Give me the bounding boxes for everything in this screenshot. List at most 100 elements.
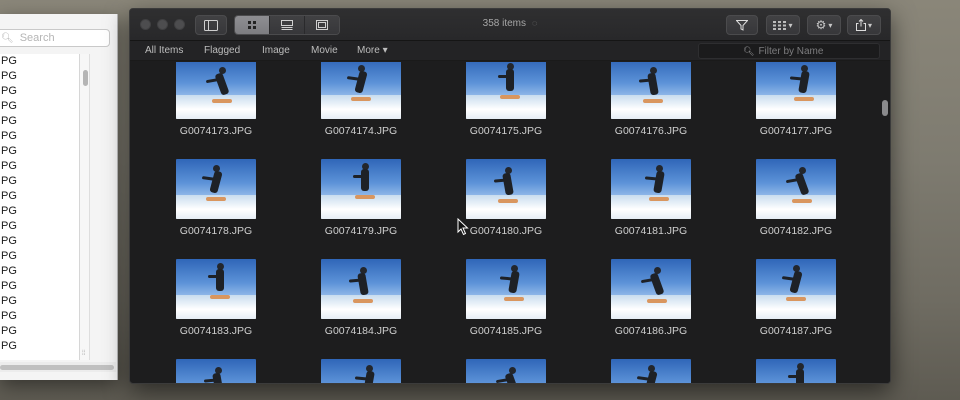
horizontal-scrollbar[interactable] — [0, 362, 116, 372]
file-list-item[interactable]: PG — [0, 99, 79, 114]
chevron-down-icon: ▾ — [788, 20, 793, 30]
photo-thumbnail[interactable] — [176, 159, 256, 219]
file-list-item[interactable]: PG — [0, 159, 79, 174]
surfer-body — [361, 169, 369, 191]
file-list-item[interactable]: PG — [0, 129, 79, 144]
file-list-item[interactable]: PG — [0, 189, 79, 204]
file-list-item[interactable]: PG — [0, 114, 79, 129]
share-button[interactable]: ▾ — [847, 15, 881, 35]
vertical-scrollbar[interactable] — [80, 54, 90, 360]
photo-thumbnail[interactable] — [466, 159, 546, 219]
file-list-item[interactable]: PG — [0, 219, 79, 234]
photo-thumbnail[interactable] — [756, 62, 836, 119]
photo-thumbnail[interactable] — [466, 259, 546, 319]
file-list-item[interactable]: PG — [0, 339, 79, 354]
surfboard — [500, 95, 520, 99]
photo-thumbnail[interactable] — [611, 159, 691, 219]
gear-icon: ⚙ — [815, 18, 827, 32]
photo-thumbnail[interactable] — [321, 62, 401, 119]
scroll-thumb[interactable] — [882, 100, 888, 116]
surfboard — [786, 297, 806, 301]
surfboard — [498, 199, 518, 203]
photo-filename: G0074178.JPG — [179, 225, 253, 237]
tab-more-label: More — [357, 45, 380, 56]
photo-filename: G0074186.JPG — [614, 325, 688, 337]
tab-flagged[interactable]: Flagged — [204, 45, 240, 56]
search-field[interactable]: 🔍︎ Search — [0, 29, 110, 47]
file-list-item[interactable]: PG — [0, 144, 79, 159]
chevron-down-icon: ▾ — [867, 20, 872, 30]
file-list-item[interactable]: PG — [0, 69, 79, 84]
photo-thumbnail[interactable] — [611, 259, 691, 319]
photo-thumbnail[interactable] — [176, 259, 256, 319]
file-list-item[interactable]: PG — [0, 279, 79, 294]
surfboard — [504, 297, 524, 301]
thumbnail-size-button[interactable]: ▾ — [766, 15, 800, 35]
photo-thumbnail[interactable] — [321, 359, 401, 383]
surfboard — [212, 99, 232, 103]
photo-filename: G0074187.JPG — [759, 325, 833, 337]
action-menu-button[interactable]: ⚙ ▾ — [807, 15, 841, 35]
file-list-item[interactable]: PG — [0, 84, 79, 99]
share-icon — [855, 19, 866, 31]
photo-thumbnail[interactable] — [176, 359, 256, 383]
photo-filename: G0074181.JPG — [614, 225, 688, 237]
photo-filename: G0074177.JPG — [759, 125, 833, 137]
surfboard — [649, 197, 669, 201]
surfer-arm — [208, 275, 222, 278]
file-list-item[interactable]: PG — [0, 204, 79, 219]
surfer-body — [216, 269, 224, 291]
file-list-item[interactable]: PG — [0, 324, 79, 339]
search-icon: 🔍︎ — [743, 45, 755, 56]
surfer-arm — [788, 375, 802, 378]
file-list-item[interactable]: PG — [0, 249, 79, 264]
tab-more[interactable]: More ▾ — [357, 45, 388, 56]
photo-thumbnail[interactable] — [321, 159, 401, 219]
tab-image[interactable]: Image — [262, 45, 290, 56]
photo-thumbnail[interactable] — [756, 159, 836, 219]
photo-thumbnail[interactable] — [176, 62, 256, 119]
chevron-down-icon: ▾ — [382, 45, 388, 56]
filter-placeholder: Filter by Name — [758, 45, 824, 57]
filter-icon — [736, 19, 748, 31]
photo-thumbnail[interactable] — [756, 259, 836, 319]
photo-filename: G0074173.JPG — [179, 125, 253, 137]
filter-by-name-input[interactable]: 🔍︎ Filter by Name — [698, 43, 880, 59]
horizontal-scroll-thumb[interactable] — [0, 365, 114, 370]
search-placeholder: Search — [19, 32, 55, 44]
filter-bar: All Items Flagged Image Movie More ▾ 🔍︎ … — [130, 41, 890, 61]
surfboard — [210, 295, 230, 299]
file-list-item[interactable]: PG — [0, 264, 79, 279]
file-list-item[interactable]: PG — [0, 294, 79, 309]
photo-grid: G0074173.JPG G0074174.JPG G0074175.JPG G007… — [130, 62, 878, 383]
photo-thumbnail[interactable] — [611, 359, 691, 383]
search-icon: 🔍︎ — [1, 32, 14, 44]
surfer-arm — [353, 175, 367, 178]
photo-filename: G0074183.JPG — [179, 325, 253, 337]
photo-thumbnail[interactable] — [466, 62, 546, 119]
photo-filename: G0074175.JPG — [469, 125, 543, 137]
file-list-item[interactable]: PG — [0, 234, 79, 249]
photo-thumbnail[interactable] — [466, 359, 546, 383]
photo-filename: G0074184.JPG — [324, 325, 398, 337]
title-bar: 358 items ◌ ▾ ⚙ ▾ ▾ — [130, 9, 890, 41]
file-list-item[interactable]: PG — [0, 309, 79, 324]
photo-thumbnail[interactable] — [321, 259, 401, 319]
tab-movie[interactable]: Movie — [311, 45, 338, 56]
column-resize-handle[interactable]: ⦙⦙ — [82, 350, 85, 358]
surfboard — [647, 299, 667, 303]
vertical-scrollbar[interactable] — [880, 62, 890, 383]
tab-all-items[interactable]: All Items — [145, 45, 183, 56]
surfboard — [353, 299, 373, 303]
file-list-item[interactable]: PG — [0, 174, 79, 189]
photo-thumbnail[interactable] — [611, 62, 691, 119]
filter-button[interactable] — [726, 15, 758, 35]
photo-filename: G0074179.JPG — [324, 225, 398, 237]
photo-browser-window: 358 items ◌ ▾ ⚙ ▾ ▾ All Items Flagged Ima… — [129, 8, 891, 384]
file-list-item[interactable]: PG — [0, 54, 79, 69]
surfboard — [794, 97, 814, 101]
photo-thumbnail[interactable] — [756, 359, 836, 383]
scroll-thumb[interactable] — [83, 70, 88, 86]
photo-sky — [321, 359, 401, 383]
loading-spinner-icon: ◌ — [532, 18, 538, 28]
